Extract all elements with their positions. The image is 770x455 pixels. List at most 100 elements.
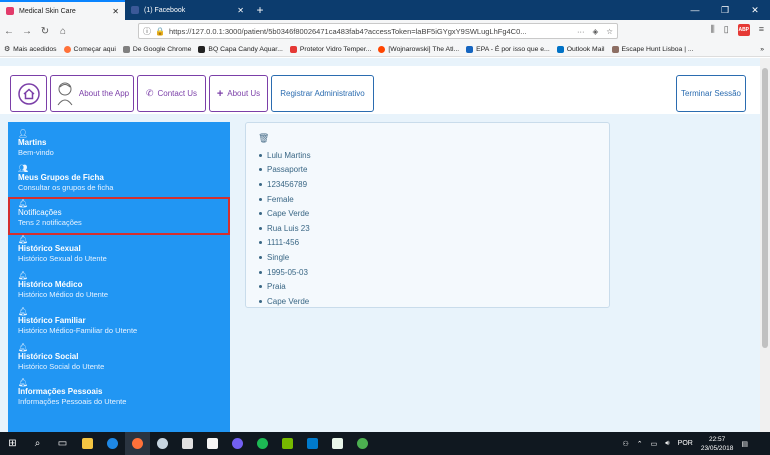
logout-button[interactable]: Terminar Sessão — [676, 75, 746, 112]
toolbar-right: ⫼ ▯ ABP ≡ — [711, 24, 764, 36]
gear-icon: ⚙ — [4, 46, 11, 53]
contact-us-button[interactable]: ✆ Contact Us — [137, 75, 206, 112]
close-tab-icon[interactable]: ✕ — [237, 6, 244, 15]
home-icon[interactable]: ⌂ — [54, 26, 72, 37]
sidebar: 👤︎ Martins Bem-vindo 👥︎ Meus Grupos de F… — [8, 122, 230, 432]
chevron-up-icon[interactable]: ⌃ — [637, 440, 643, 448]
sidebar-item-martins[interactable]: 👤︎ Martins Bem-vindo — [18, 129, 218, 158]
clock[interactable]: 22:57 23/05/2018 — [701, 435, 734, 453]
task-view-icon[interactable]: ▭ — [50, 432, 75, 455]
url-text[interactable]: https://127.0.0.1:3000/patient/5b0346f80… — [169, 27, 527, 36]
sidebar-item-sexual-history[interactable]: 🔔︎ Histórico Sexual Histórico Sexual do … — [18, 235, 218, 264]
sidebar-item-family-history[interactable]: 🔔︎ Histórico Familiar Histórico Médico-F… — [18, 307, 218, 336]
windows-start-icon[interactable]: ⊞ — [0, 432, 25, 455]
maximize-icon[interactable]: ❐ — [710, 0, 740, 20]
bookmark-star-icon[interactable]: ☆ — [606, 27, 613, 36]
windows-taskbar: ⊞ ⌕ ▭ ⚇ ⌃ ▭ 🔊︎ POR 22:57 23/05/2018 ▤ — [0, 432, 770, 455]
sidebar-item-medical-history[interactable]: 🔔︎ Histórico Médico Histórico Médico do … — [18, 271, 218, 300]
browser-tab-bar: Medical Skin Care ✕ (1) Facebook ✕ + — ❐… — [0, 0, 770, 20]
bookmark-item[interactable]: De Google Chrome — [122, 45, 191, 53]
info-icon[interactable]: ⓘ — [143, 26, 151, 37]
sidebar-icon[interactable]: ▯ — [724, 24, 729, 36]
language-indicator[interactable]: POR — [678, 440, 693, 447]
trash-icon[interactable]: 🗑︎ — [258, 133, 269, 144]
patient-name: Lulu Martins — [259, 148, 311, 163]
patient-details-card: 🗑︎ Lulu Martins Passaporte 123456789 Fem… — [245, 122, 610, 308]
store-icon[interactable] — [200, 432, 225, 455]
home-button[interactable] — [10, 75, 47, 112]
tab-medical-skin-care[interactable]: Medical Skin Care ✕ — [0, 0, 125, 20]
bookmark-item[interactable]: Outlook Mail — [556, 45, 605, 53]
adblock-icon[interactable]: ABP — [737, 24, 750, 36]
sidebar-item-groups[interactable]: 👥︎ Meus Grupos de Ficha Consultar os gru… — [18, 164, 218, 193]
evernote-icon[interactable] — [325, 432, 350, 455]
viber-icon[interactable] — [225, 432, 250, 455]
patient-details-list: Lulu Martins Passaporte 123456789 Female… — [259, 148, 311, 309]
file-explorer-icon[interactable] — [75, 432, 100, 455]
bookmark-item[interactable]: Escape Hunt Lisboa | ... — [611, 45, 694, 53]
plus-icon: + — [216, 87, 224, 100]
mail-icon[interactable] — [175, 432, 200, 455]
phone-icon: ✆ — [145, 88, 154, 98]
volume-icon[interactable]: 🔊︎ — [665, 440, 669, 448]
reload-icon[interactable]: ↻ — [36, 26, 54, 37]
bookmark-item[interactable]: BQ Capa Candy Aquar... — [198, 45, 283, 53]
facebook-favicon-icon — [131, 6, 139, 14]
minimize-icon[interactable]: — — [680, 0, 710, 20]
about-app-button[interactable]: About the App — [50, 75, 134, 112]
bookmark-item[interactable]: EPA - É por isso que e... — [466, 45, 550, 53]
patient-address: Rua Luis 23 — [259, 221, 311, 236]
library-icon[interactable]: ⫼ — [711, 24, 715, 36]
scrollbar-thumb[interactable] — [762, 68, 768, 348]
bq-icon — [198, 45, 206, 53]
new-tab-button[interactable]: + — [250, 0, 270, 20]
url-bar[interactable]: ⓘ 🔒 https://127.0.0.1:3000/patient/5b034… — [138, 23, 618, 39]
patient-marital-status: Single — [259, 250, 311, 265]
sidebar-item-personal-info[interactable]: 🔔︎ Informações Pessoais Informações Pess… — [18, 378, 218, 407]
mongodb-icon[interactable] — [350, 432, 375, 455]
patient-gender: Female — [259, 192, 311, 207]
browser-toolbar: ← → ↻ ⌂ ⓘ 🔒 https://127.0.0.1:3000/patie… — [0, 20, 770, 42]
pocket-icon[interactable]: ◈ — [592, 27, 598, 36]
action-center-icon[interactable]: ▤ — [741, 440, 748, 448]
bookmark-item[interactable]: Começar aqui — [63, 45, 116, 53]
firefox-icon — [63, 45, 71, 53]
bookmark-item[interactable]: Protetor Vidro Temper... — [289, 45, 371, 53]
spotify-icon[interactable] — [250, 432, 275, 455]
register-admin-button[interactable]: Registrar Administrativo — [271, 75, 374, 112]
patient-birthdate: 1995-05-03 — [259, 265, 311, 280]
tab-facebook[interactable]: (1) Facebook ✕ — [125, 0, 250, 20]
bell-icon: 🔔︎ — [18, 271, 29, 280]
forward-icon[interactable]: → — [18, 26, 36, 37]
reddit-icon — [378, 45, 386, 53]
people-icon[interactable]: ⚇ — [622, 440, 628, 448]
nvidia-icon[interactable] — [275, 432, 300, 455]
page-content: About the App ✆ Contact Us + About Us Re… — [0, 58, 760, 432]
doctor-logo-icon — [57, 82, 73, 105]
about-us-button[interactable]: + About Us — [209, 75, 268, 112]
sidebar-item-social-history[interactable]: 🔔︎ Histórico Social Histórico Social do … — [18, 343, 218, 372]
back-icon[interactable]: ← — [0, 26, 18, 37]
bookmarks-bar: ⚙ Mais acedidos Começar aqui De Google Ch… — [0, 42, 770, 57]
patient-country: Cape Verde — [259, 294, 311, 309]
folder-icon — [122, 45, 130, 53]
bookmark-item[interactable]: ⚙ Mais acedidos — [4, 45, 57, 54]
close-tab-icon[interactable]: ✕ — [112, 7, 119, 16]
menu-icon[interactable]: ≡ — [759, 24, 764, 36]
page-actions-icon[interactable]: ··· — [577, 27, 585, 36]
edge-icon[interactable] — [100, 432, 125, 455]
vscode-icon[interactable] — [300, 432, 325, 455]
bell-icon: 🔔︎ — [18, 235, 29, 244]
tab-title: (1) Facebook — [144, 6, 186, 14]
shield-icon — [289, 45, 297, 53]
page-scrollbar[interactable] — [760, 58, 770, 432]
bookmark-item[interactable]: [Wojnarowski] The Atl... — [378, 45, 459, 53]
search-icon[interactable]: ⌕ — [25, 432, 50, 455]
steam-icon[interactable] — [150, 432, 175, 455]
network-icon[interactable]: ▭ — [651, 440, 658, 448]
system-tray: ⚇ ⌃ ▭ 🔊︎ POR 22:57 23/05/2018 ▤ — [622, 432, 748, 455]
bookmarks-overflow-icon[interactable]: » — [760, 46, 770, 53]
lock-icon: 🔒 — [155, 26, 165, 36]
firefox-taskbar-icon[interactable] — [125, 432, 150, 455]
close-window-icon[interactable]: ✕ — [740, 0, 770, 20]
